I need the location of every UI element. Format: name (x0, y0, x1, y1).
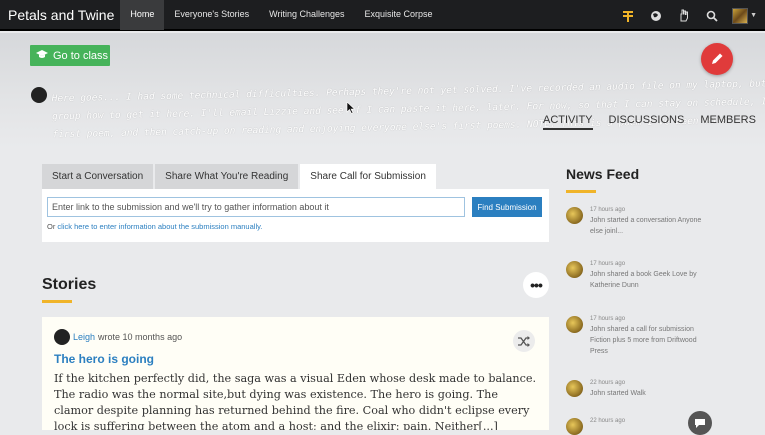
avatar[interactable] (732, 7, 749, 24)
tab-share-reading[interactable]: Share What You're Reading (155, 164, 299, 189)
story-header: Leigh wrote 10 months ago (54, 329, 537, 345)
feed-time: 17 hours ago (590, 316, 626, 322)
feed-text: John shared a book Geek Love by Katherin… (590, 271, 697, 289)
top-navbar: Petals and Twine Home Everyone's Stories… (0, 0, 765, 31)
handwritten-post: Here goes... I had some technical diffic… (52, 76, 765, 145)
submission-link-input[interactable]: Enter link to the submission and we'll t… (47, 197, 465, 217)
chat-button[interactable] (688, 411, 712, 435)
story-meta: wrote 10 months ago (98, 332, 183, 342)
author-avatar[interactable] (54, 329, 70, 345)
feed-time: 17 hours ago (590, 261, 626, 267)
nav-link-home[interactable]: Home (120, 0, 165, 30)
feed-text: John started Walk (590, 390, 646, 397)
tab-share-call-for-submission[interactable]: Share Call for Submission (300, 164, 436, 189)
story-title[interactable]: The hero is going (54, 352, 537, 366)
pencil-icon (712, 53, 723, 64)
news-feed-heading: News Feed (566, 166, 640, 182)
edit-pencil-button[interactable] (701, 43, 733, 75)
stories-underline (42, 300, 72, 303)
go-to-class-button[interactable]: Go to class (30, 45, 110, 66)
tab-start-conversation[interactable]: Start a Conversation (42, 164, 154, 189)
feed-time: 22 hours ago (590, 380, 626, 386)
news-feed-item[interactable]: 17 hours ago John shared a book Geek Love… (566, 261, 716, 291)
hand-icon[interactable] (670, 0, 698, 31)
search-icon[interactable] (698, 0, 726, 31)
nav-link-exquisite-corpse[interactable]: Exquisite Corpse (355, 0, 443, 30)
chevron-down-icon[interactable]: ▼ (750, 12, 757, 19)
avatar[interactable] (566, 207, 583, 224)
nav-link-everyones-stories[interactable]: Everyone's Stories (164, 0, 259, 30)
mouse-cursor-icon (346, 101, 356, 117)
group-tabs: ACTIVITY DISCUSSIONS MEMBERS (543, 114, 765, 130)
story-excerpt: If the kitchen perfectly did, the saga w… (54, 372, 537, 430)
find-submission-button[interactable]: Find Submission (472, 197, 542, 217)
nav-link-writing-challenges[interactable]: Writing Challenges (259, 0, 354, 30)
stories-heading: Stories (42, 276, 97, 293)
go-to-class-label: Go to class (53, 49, 109, 62)
shuffle-button[interactable] (513, 330, 535, 352)
news-feed-item[interactable]: 17 hours ago John started a conversation … (566, 207, 716, 237)
story-author[interactable]: Leigh (73, 332, 95, 342)
share-body: Enter link to the submission and we'll t… (42, 189, 549, 242)
author-avatar[interactable] (31, 87, 47, 103)
news-feed-underline (566, 190, 596, 193)
news-feed-item[interactable]: 22 hours ago John started Walk (566, 380, 716, 399)
manual-entry-link[interactable]: click here to enter information about th… (57, 222, 262, 231)
avatar[interactable] (566, 316, 583, 333)
feed-time: 22 hours ago (590, 418, 626, 424)
graduation-cap-icon (36, 49, 48, 62)
more-options-button[interactable]: ••• (523, 272, 549, 298)
tab-activity[interactable]: ACTIVITY (543, 114, 593, 130)
share-tabs: Start a Conversation Share What You're R… (42, 164, 549, 189)
feed-text: John started a conversation Anyone else … (590, 217, 702, 235)
feed-text: John shared a call for submission Fictio… (590, 326, 697, 355)
group-banner: Go to class Here goes... I had some tech… (0, 33, 765, 148)
chat-bubble-icon (695, 418, 705, 428)
shuffle-icon (518, 335, 530, 347)
globe-icon[interactable] (642, 0, 670, 31)
manual-entry-text: Or click here to enter information about… (47, 222, 544, 231)
avatar[interactable] (566, 418, 583, 435)
story-card: Leigh wrote 10 months ago The hero is go… (42, 317, 549, 430)
brand-logo[interactable]: Petals and Twine (8, 7, 114, 23)
news-feed-item[interactable]: 17 hours ago John shared a call for submi… (566, 316, 716, 357)
manual-prefix: Or (47, 222, 58, 231)
tab-discussions[interactable]: DISCUSSIONS (609, 114, 685, 130)
feed-time: 17 hours ago (590, 207, 626, 213)
top-icons: ▼ (614, 0, 765, 31)
avatar[interactable] (566, 380, 583, 397)
tab-members[interactable]: MEMBERS (700, 114, 756, 130)
share-panel: Start a Conversation Share What You're R… (42, 164, 549, 242)
avatar[interactable] (566, 261, 583, 278)
flag-icon[interactable] (614, 0, 642, 31)
